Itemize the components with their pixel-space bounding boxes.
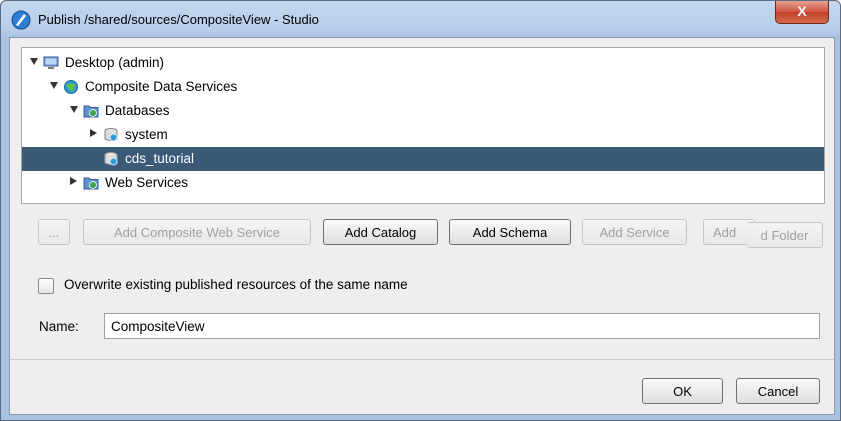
cancel-button[interactable]: Cancel [736, 378, 820, 404]
footer-divider [10, 359, 834, 360]
tree-node-databases[interactable]: Databases [22, 99, 824, 123]
ok-button[interactable]: OK [642, 378, 723, 404]
expand-toggle-icon[interactable] [30, 58, 38, 65]
add-schema-button[interactable]: Add Schema [449, 219, 571, 245]
tree-node-system[interactable]: system [22, 123, 824, 147]
folder-icon [83, 105, 99, 118]
studio-app-icon [11, 10, 31, 30]
globe-icon [64, 80, 78, 94]
expand-toggle-icon[interactable] [50, 82, 58, 89]
overwrite-label: Overwrite existing published resources o… [64, 277, 408, 292]
tree-node-composite-data-services[interactable]: Composite Data Services [22, 75, 824, 99]
tree-node-desktop[interactable]: Desktop (admin) [22, 51, 824, 75]
window-title: Publish /shared/sources/CompositeView - … [38, 12, 319, 27]
tree-node-label: Web Services [105, 175, 189, 190]
tree-node-label: system [125, 127, 168, 142]
add-composite-web-service-button[interactable]: Add Composite Web Service [83, 219, 311, 245]
add-folder-button-overlap[interactable]: d Folder [747, 222, 823, 248]
database-icon [104, 128, 118, 142]
tree-node-label: cds_tutorial [125, 151, 195, 166]
close-button[interactable]: X [775, 1, 829, 24]
publish-dialog: Publish /shared/sources/CompositeView - … [0, 0, 841, 421]
collapse-toggle-icon[interactable] [90, 129, 97, 137]
folder-icon [83, 177, 99, 190]
add-catalog-button[interactable]: Add Catalog [323, 219, 438, 245]
overwrite-checkbox[interactable] [38, 278, 54, 294]
resource-tree[interactable]: Desktop (admin) Composite Data Services … [21, 47, 825, 204]
dialog-body: Desktop (admin) Composite Data Services … [9, 37, 835, 415]
name-label: Name: [39, 319, 79, 334]
expand-toggle-icon[interactable] [70, 106, 78, 113]
more-button[interactable]: ... [38, 219, 70, 245]
title-bar: Publish /shared/sources/CompositeView - … [1, 1, 840, 37]
tree-node-cds-tutorial[interactable]: cds_tutorial [22, 147, 824, 171]
tree-node-label: Composite Data Services [85, 79, 238, 94]
tree-node-label: Desktop (admin) [65, 55, 165, 70]
tree-node-web-services[interactable]: Web Services [22, 171, 824, 195]
database-icon [104, 152, 118, 166]
collapse-toggle-icon[interactable] [70, 177, 77, 185]
name-input[interactable]: CompositeView [104, 313, 820, 339]
add-service-button[interactable]: Add Service [582, 219, 687, 245]
tree-node-label: Databases [105, 103, 170, 118]
computer-icon [43, 56, 59, 69]
